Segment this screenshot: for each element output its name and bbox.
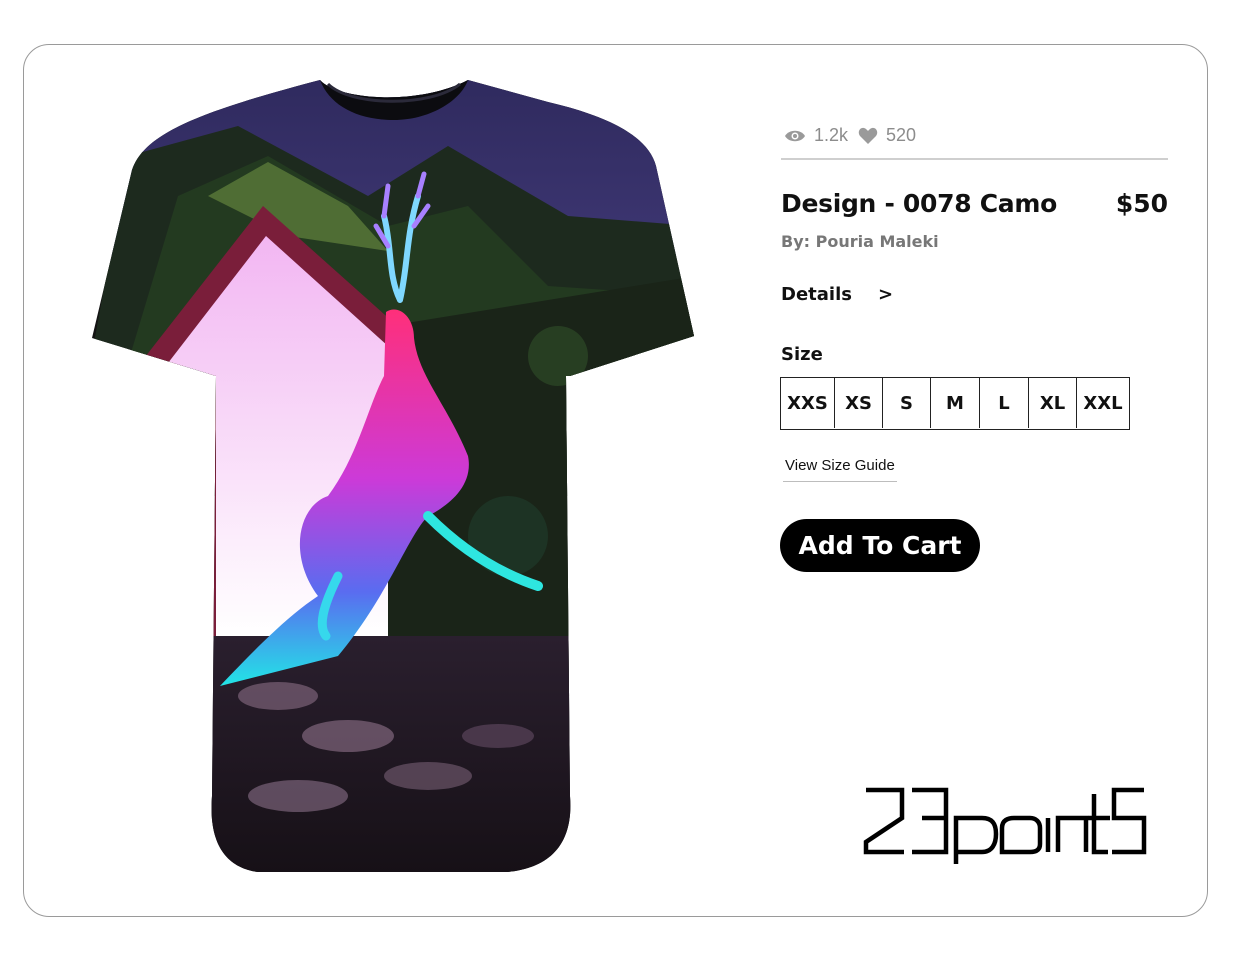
size-option-xxl[interactable]: XXL: [1077, 378, 1129, 428]
details-label: Details: [781, 284, 852, 305]
views-stat: 1.2k: [784, 125, 848, 146]
product-price: $50: [1115, 189, 1168, 218]
size-option-l[interactable]: L: [980, 378, 1029, 428]
product-author: By: Pouria Maleki: [781, 232, 939, 251]
views-count: 1.2k: [814, 125, 849, 145]
brand-logo: [862, 782, 1150, 866]
size-selector: XXS XS S M L XL XXL: [780, 377, 1130, 430]
chevron-right-icon: >: [877, 284, 894, 305]
product-image: [88, 76, 696, 876]
engagement-stats: 1.2k 520: [784, 125, 916, 146]
size-label: Size: [781, 344, 823, 365]
size-option-m[interactable]: M: [931, 378, 980, 428]
size-option-xxs[interactable]: XXS: [781, 378, 835, 428]
details-link[interactable]: Details >: [781, 284, 893, 305]
size-guide-link[interactable]: View Size Guide: [783, 457, 897, 482]
likes-count: 520: [886, 125, 917, 145]
add-to-cart-button[interactable]: Add To Cart: [780, 519, 980, 572]
size-option-s[interactable]: S: [883, 378, 931, 428]
product-title: Design - 0078 Camo: [781, 189, 1057, 218]
size-option-xl[interactable]: XL: [1029, 378, 1077, 428]
heart-icon[interactable]: [858, 127, 878, 145]
likes-stat[interactable]: 520: [858, 125, 916, 146]
divider: [781, 158, 1168, 160]
eye-icon: [784, 129, 806, 143]
size-option-xs[interactable]: XS: [835, 378, 883, 428]
